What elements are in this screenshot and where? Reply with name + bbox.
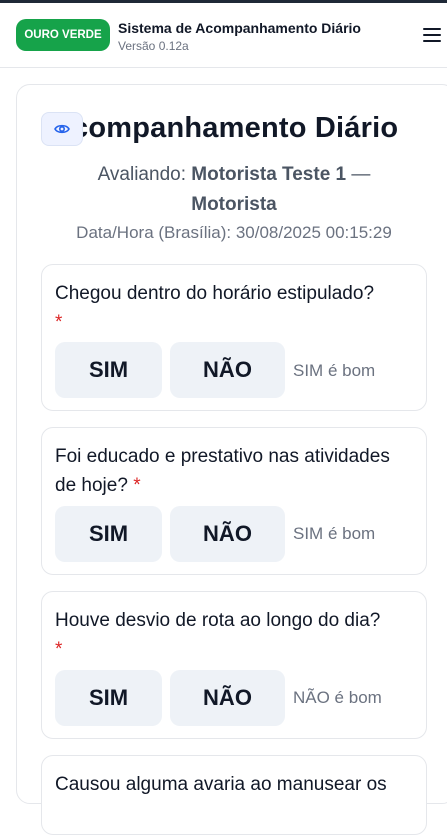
menu-icon[interactable] (423, 28, 441, 44)
answer-yes-button[interactable]: SIM (55, 506, 162, 562)
required-marker: * (133, 475, 141, 496)
required-marker: * (55, 639, 63, 660)
required-marker: * (55, 312, 63, 333)
question-text: Causou alguma avaria ao manusear os (55, 770, 415, 799)
answer-hint: SIM é bom (293, 361, 376, 380)
question-card: Causou alguma avaria ao manusear os (41, 755, 427, 835)
question-card: Foi educado e prestativo nas atividades … (41, 427, 427, 575)
app-header: OURO VERDE Sistema de Acompanhamento Diá… (0, 3, 447, 68)
question-label: Houve desvio de rota ao longo do dia? (55, 610, 381, 631)
answer-no-button[interactable]: NÃO (170, 342, 285, 398)
question-text: Houve desvio de rota ao longo do dia? * (55, 606, 415, 664)
evaluating-separator: — (351, 164, 371, 185)
question-label: Foi educado e prestativo nas atividades … (55, 446, 390, 496)
menu-bar (423, 28, 441, 30)
evaluated-name: Motorista Teste 1 (191, 164, 347, 185)
answer-no-button[interactable]: NÃO (170, 506, 285, 562)
answer-yes-button[interactable]: SIM (55, 670, 162, 726)
question-label: Causou alguma avaria ao manusear os (55, 774, 387, 795)
answer-no-button[interactable]: NÃO (170, 670, 285, 726)
answer-yes-button[interactable]: SIM (55, 342, 162, 398)
datetime-text: Data/Hora (Brasília): 30/08/2025 00:15:2… (76, 223, 392, 242)
brand-badge: OURO VERDE (16, 19, 110, 51)
view-toggle-button[interactable] (41, 112, 83, 146)
question-card: Houve desvio de rota ao longo do dia? * … (41, 591, 427, 739)
question-label: Chegou dentro do horário estipulado? (55, 283, 375, 304)
page-title: companhamento Diário (72, 112, 399, 144)
question-text: Chegou dentro do horário estipulado? * (55, 279, 415, 337)
evaluating-label: Avaliando: (97, 164, 186, 185)
evaluated-role: Motorista (191, 194, 277, 215)
menu-bar (423, 40, 441, 42)
answer-hint: SIM é bom (293, 524, 376, 543)
question-text: Foi educado e prestativo nas atividades … (55, 442, 415, 500)
eye-icon (54, 124, 70, 134)
question-card: Chegou dentro do horário estipulado? * S… (41, 264, 427, 411)
app-version: Versão 0.12a (118, 39, 189, 53)
menu-bar (423, 34, 441, 36)
answer-hint: NÃO é bom (293, 688, 382, 707)
app-title: Sistema de Acompanhamento Diário (118, 20, 361, 36)
evaluating-info: Avaliando: Motorista Teste 1 — Motorista (41, 160, 427, 220)
